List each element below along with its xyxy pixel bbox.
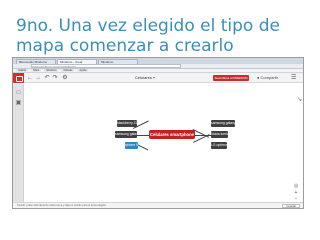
share-icon: ● bbox=[257, 75, 260, 80]
bookmark-item[interactable]: Sitios bbox=[31, 69, 42, 72]
save-button[interactable]: Guardar bbox=[282, 204, 300, 208]
bookmark-item[interactable]: Ayuda bbox=[77, 69, 89, 72]
topic-node[interactable]: LG optimus bbox=[211, 142, 227, 149]
topic-node[interactable]: Nokia lumia bbox=[211, 131, 228, 138]
slide-title-line1: 9no. Una vez elegido el tipo de bbox=[16, 16, 280, 36]
left-tool-panel: □ ▣ bbox=[13, 84, 24, 208]
bookmark-item[interactable]: Mindomo bbox=[44, 69, 59, 72]
topic-node[interactable]: blackberry Z10 bbox=[117, 120, 137, 127]
status-hint: Sonido: pulse click derecho sobre tema y… bbox=[17, 204, 106, 207]
mind-map-canvas[interactable]: ↘ Celulares smartphone blackberry Z10 sa… bbox=[25, 84, 303, 204]
redo-icon[interactable]: ↷ bbox=[52, 75, 58, 81]
url-field[interactable]: www.mindomo.com/es/mindmap/ bbox=[31, 64, 181, 68]
bookmark-item[interactable]: Galeria bbox=[16, 69, 29, 72]
app-toolbar: ← → ↶ ↷ ⚙ Celulares ▾ Suscribirse al PRE… bbox=[13, 73, 303, 83]
mindomo-logo-icon[interactable] bbox=[13, 73, 24, 83]
share-label: Compartir bbox=[260, 75, 279, 80]
status-bar: Sonido: pulse click derecho sobre tema y… bbox=[13, 202, 303, 208]
subscribe-premium-button[interactable]: Suscribirse al PREMIUM bbox=[213, 75, 249, 81]
share-button[interactable]: ● Compartir bbox=[257, 75, 278, 80]
collapse-arrow-icon[interactable]: ↘ bbox=[297, 96, 302, 103]
topic-node[interactable]: samsung galaxy s4 bbox=[211, 120, 235, 127]
topic-tool-icon[interactable]: □ bbox=[15, 90, 22, 97]
map-title-menu[interactable]: Celulares ▾ bbox=[135, 75, 155, 80]
topic-node[interactable]: samsung galaxy S3 bbox=[115, 131, 137, 138]
slide-title: 9no. Una vez elegido el tipo de mapa com… bbox=[16, 16, 306, 61]
gear-icon[interactable]: ⚙ bbox=[62, 75, 68, 81]
central-topic[interactable]: Celulares smartphone bbox=[149, 130, 195, 139]
forward-arrow-icon[interactable]: → bbox=[35, 75, 41, 81]
fit-view-icon[interactable]: ◎ bbox=[293, 183, 299, 189]
image-tool-icon[interactable]: ▣ bbox=[15, 100, 22, 107]
undo-icon[interactable]: ↶ bbox=[44, 75, 50, 81]
chevron-down-icon: ▾ bbox=[153, 75, 156, 80]
topic-node-selected[interactable]: iphone 5S bbox=[125, 142, 138, 149]
bookmark-item[interactable]: Noticias bbox=[61, 69, 75, 72]
back-arrow-icon[interactable]: ← bbox=[27, 75, 33, 81]
slide-title-line2: mapa comenzar a crearlo bbox=[16, 36, 234, 56]
screenshot-frame: Bienvenido Mindomo Mindomo - Crear Mindo… bbox=[12, 57, 304, 209]
connector-line bbox=[192, 129, 210, 138]
hamburger-menu-icon[interactable]: ☰ bbox=[291, 74, 296, 81]
map-title: Celulares bbox=[135, 75, 152, 80]
